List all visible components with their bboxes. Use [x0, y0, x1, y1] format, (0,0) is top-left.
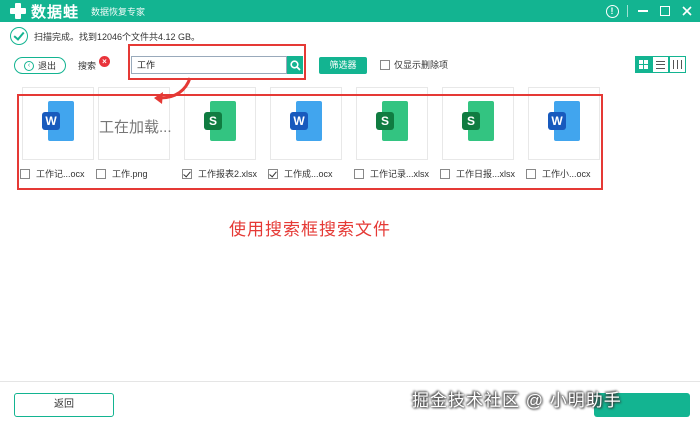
- minimize-icon: [638, 10, 648, 12]
- check-circle-icon: [10, 27, 28, 45]
- close-icon: [682, 6, 692, 16]
- scan-status: 扫描完成。找到12046个文件共4.12 GB。: [10, 26, 200, 46]
- search-highlight-box: [128, 44, 306, 80]
- footer-divider: [0, 381, 700, 382]
- window-controls: !: [605, 0, 694, 22]
- thumbnail-view-button[interactable]: [635, 56, 652, 73]
- exit-button-label: 退出: [37, 61, 56, 71]
- search-label: 搜索: [78, 61, 97, 71]
- list-icon: [656, 60, 665, 69]
- detail-view-button[interactable]: [669, 56, 686, 73]
- view-mode-switcher: [635, 56, 686, 73]
- exit-button[interactable]: ‹ 退出: [14, 57, 66, 74]
- app-logo-icon: [10, 3, 26, 19]
- pointer-arrow-icon: [154, 77, 192, 104]
- show-deleted-only-checkbox[interactable]: [380, 59, 390, 70]
- title-bar: 数据蛙 数据恢复专家 !: [0, 0, 700, 22]
- minimize-button[interactable]: [636, 4, 650, 18]
- show-deleted-only-label: 仅显示删除项: [394, 60, 449, 70]
- list-view-button[interactable]: [652, 56, 669, 73]
- filter-button[interactable]: 筛选器: [319, 57, 367, 74]
- maximize-icon: [660, 6, 670, 16]
- maximize-button[interactable]: [658, 4, 672, 18]
- app-subtitle: 数据恢复专家: [91, 6, 146, 17]
- app-logo: 数据蛙 数据恢复专家: [10, 1, 145, 22]
- divider: [627, 5, 628, 17]
- help-button[interactable]: !: [605, 4, 619, 18]
- scan-status-text: 扫描完成。找到12046个文件共4.12 GB。: [34, 31, 201, 42]
- results-highlight-box: [17, 94, 603, 190]
- annotation-caption: 使用搜索框搜索文件: [229, 220, 391, 239]
- watermark: 掘金技术社区 @ 小明助手: [412, 391, 622, 410]
- columns-icon: [673, 60, 682, 69]
- show-deleted-only-toggle[interactable]: 仅显示删除项: [380, 58, 448, 71]
- back-button[interactable]: 返回: [14, 393, 114, 417]
- clear-search-icon[interactable]: ×: [99, 56, 110, 67]
- close-button[interactable]: [680, 4, 694, 18]
- help-icon: !: [605, 4, 619, 18]
- app-name: 数据蛙: [31, 3, 80, 21]
- back-arrow-icon: ‹: [23, 60, 34, 71]
- grid-icon: [639, 60, 648, 69]
